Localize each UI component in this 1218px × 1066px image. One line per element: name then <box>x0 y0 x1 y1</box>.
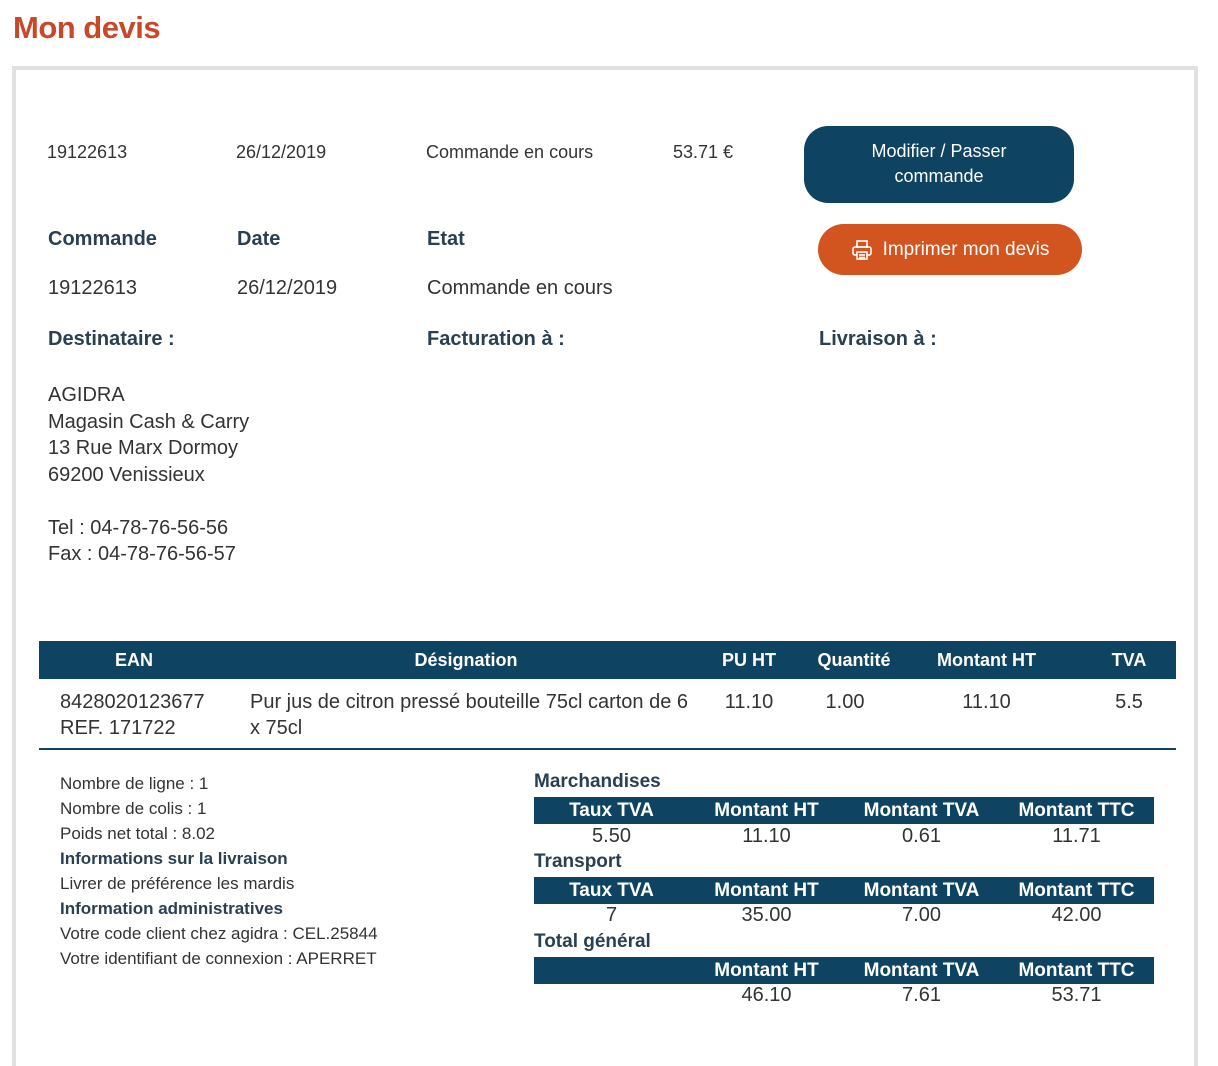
order-info: Nombre de ligne : 1 Nombre de colis : 1 … <box>60 771 378 971</box>
marchandises-values: 5.50 11.10 0.61 11.71 <box>534 825 1154 851</box>
col-montant-ht: Montant HT <box>937 650 1036 670</box>
val-ht: 35.00 <box>741 904 792 926</box>
summary-number: 19122613 <box>47 142 128 162</box>
address-tel: Tel : 04-78-76-56-56 <box>48 516 229 539</box>
billing-header: Facturation à : <box>427 328 565 350</box>
delivery-header: Livraison à : <box>819 328 937 350</box>
val-ht: 46.10 <box>741 984 792 1006</box>
hdr-montant-tva: Montant TVA <box>863 800 980 821</box>
info-login: Votre identifiant de connexion : APERRET <box>60 949 377 968</box>
summary-status: Commande en cours <box>426 142 594 162</box>
address-line: Magasin Cash & Carry <box>48 410 250 433</box>
val-ttc: 53.71 <box>1051 984 1102 1006</box>
order-value-etat: Commande en cours <box>427 277 613 299</box>
hdr-taux-tva: Taux TVA <box>569 800 654 821</box>
val-taux: 5.50 <box>592 825 631 847</box>
info-lines: Nombre de ligne : 1 <box>60 774 209 793</box>
order-header-commande: Commande <box>48 228 157 250</box>
marchandises-header: Taux TVA Montant HT Montant TVA Montant … <box>534 797 1154 824</box>
val-tva: 7.61 <box>902 984 941 1006</box>
val-ttc: 42.00 <box>1051 904 1102 926</box>
val-taux: 7 <box>605 904 618 926</box>
ean-code: 8428020123677 <box>60 691 205 713</box>
hdr-montant-ttc: Montant TTC <box>1018 800 1135 821</box>
table-row-montant: 11.10 <box>962 691 1011 713</box>
hdr-montant-tva: Montant TVA <box>863 960 980 981</box>
info-poids: Poids net total : 8.02 <box>60 824 215 843</box>
page-title: Mon devis <box>13 10 161 45</box>
order-value-commande: 19122613 <box>48 277 137 299</box>
print-button-label: Imprimer mon devis <box>882 239 1050 260</box>
hdr-montant-ht: Montant HT <box>714 880 819 901</box>
product-ref: REF. 171722 <box>60 717 176 739</box>
val-tva: 7.00 <box>902 904 941 926</box>
col-ean: EAN <box>114 650 153 670</box>
hdr-montant-tva: Montant TVA <box>863 880 980 901</box>
hdr-montant-ht: Montant HT <box>714 800 819 821</box>
designation-line: x 75cl <box>250 717 303 739</box>
table-row-divider <box>39 748 1176 750</box>
modify-button-label-2: commande <box>894 166 984 186</box>
order-header-etat: Etat <box>427 228 465 250</box>
hdr-montant-ttc: Montant TTC <box>1018 880 1135 901</box>
product-table-header: EAN Désignation PU HT Quantité Montant H… <box>39 641 1176 679</box>
col-tva: TVA <box>1111 650 1147 670</box>
address-name: AGIDRA <box>48 384 125 406</box>
order-value-date: 26/12/2019 <box>237 277 338 299</box>
modify-button-label-1: Modifier / Passer <box>871 141 1007 161</box>
recipient-address: AGIDRA Magasin Cash & Carry 13 Rue Marx … <box>48 382 249 568</box>
val-ht: 11.10 <box>742 825 791 847</box>
address-fax: Fax : 04-78-76-56-57 <box>48 543 236 565</box>
table-row-designation: Pur jus de citron pressé bouteille 75cl … <box>250 689 690 741</box>
table-row-tva: 5.5 <box>1115 691 1143 713</box>
info-client-code: Votre code client chez agidra : CEL.2584… <box>60 924 378 943</box>
summary-amount: 53.71 € <box>673 142 734 162</box>
address-line: 69200 Venissieux <box>48 463 205 486</box>
general-values: 46.10 7.61 53.71 <box>534 984 1154 1010</box>
info-delivery-text: Livrer de préférence les mardis <box>60 874 295 893</box>
hdr-montant-ttc: Montant TTC <box>1018 960 1135 981</box>
transport-title: Transport <box>534 851 622 872</box>
recipient-header: Destinataire : <box>48 328 175 350</box>
hdr-taux-tva: Taux TVA <box>569 880 654 901</box>
col-pu-ht: PU HT <box>722 650 776 670</box>
val-ttc: 11.71 <box>1052 825 1101 847</box>
table-row-ean: 8428020123677 REF. 171722 <box>60 689 205 741</box>
table-row-qty: 1.00 <box>825 691 865 713</box>
col-quantite: Quantité <box>817 650 891 670</box>
col-designation: Désignation <box>414 650 518 670</box>
info-delivery-title: Informations sur la livraison <box>60 849 288 868</box>
summary-date: 26/12/2019 <box>236 142 327 162</box>
marchandises-title: Marchandises <box>534 771 661 792</box>
order-header-date: Date <box>237 228 281 250</box>
val-tva: 0.61 <box>902 825 941 847</box>
printer-icon <box>851 239 872 260</box>
transport-values: 7 35.00 7.00 42.00 <box>534 904 1154 930</box>
hdr-montant-ht: Montant HT <box>714 960 819 981</box>
info-colis: Nombre de colis : 1 <box>60 799 207 818</box>
transport-header: Taux TVA Montant HT Montant TVA Montant … <box>534 877 1154 904</box>
designation-line: Pur jus de citron pressé bouteille 75cl … <box>250 691 689 713</box>
address-line: 13 Rue Marx Dormoy <box>48 437 239 459</box>
general-header: Montant HT Montant TVA Montant TTC <box>534 957 1154 984</box>
table-row-pu: 11.10 <box>724 691 774 713</box>
info-admin-title: Information administratives <box>60 899 283 918</box>
general-title: Total général <box>534 931 651 952</box>
modify-order-button[interactable]: Modifier / Passer commande <box>804 126 1074 203</box>
print-quote-button[interactable]: Imprimer mon devis <box>818 224 1082 275</box>
